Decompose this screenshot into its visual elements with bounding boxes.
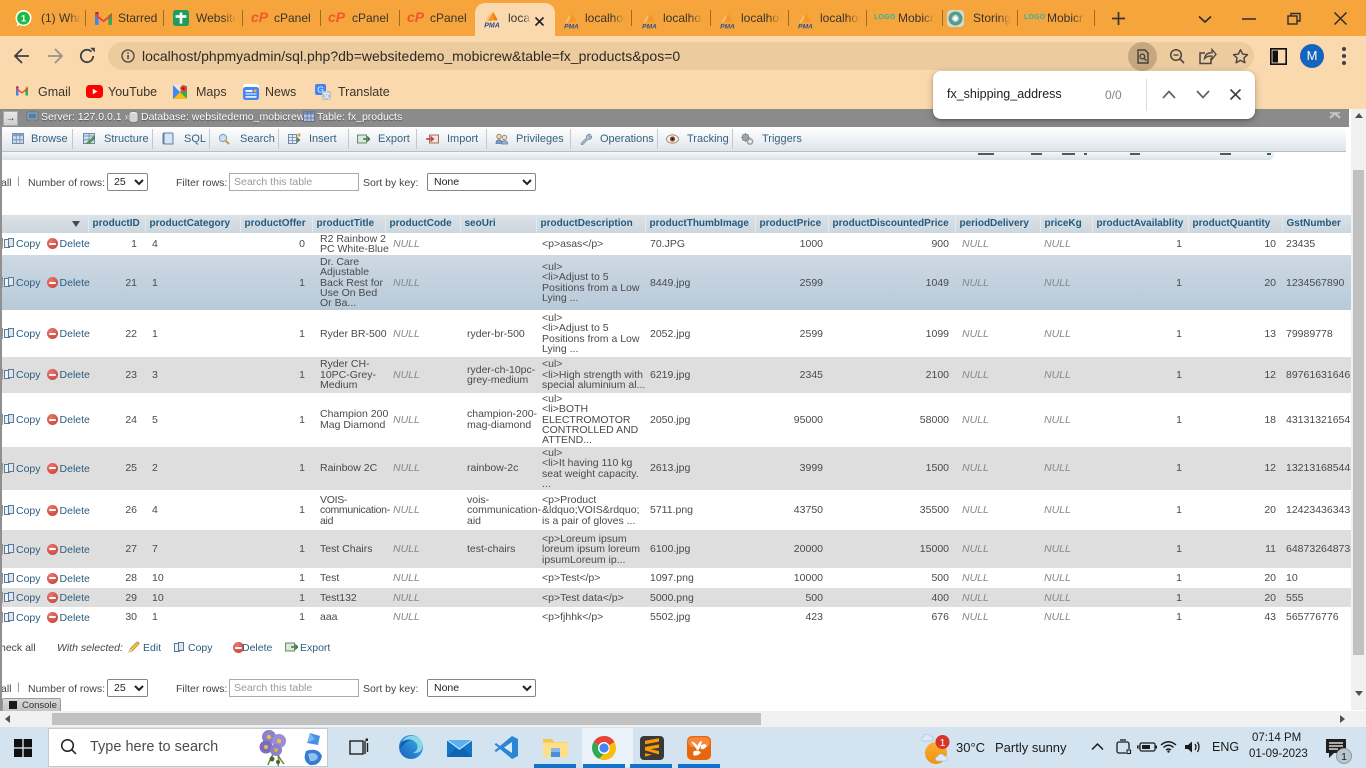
svg-text:PMA: PMA	[642, 23, 657, 29]
svg-text:PMA: PMA	[720, 23, 735, 29]
svg-text:PMA: PMA	[564, 23, 579, 29]
svg-text:1: 1	[1341, 751, 1347, 763]
svg-text:PMA: PMA	[798, 23, 813, 29]
svg-text:1: 1	[21, 14, 27, 25]
svg-text:文: 文	[323, 90, 331, 100]
svg-text:1: 1	[940, 737, 946, 749]
svg-text:PMA: PMA	[484, 22, 500, 28]
svg-text:✺: ✺	[951, 14, 959, 25]
